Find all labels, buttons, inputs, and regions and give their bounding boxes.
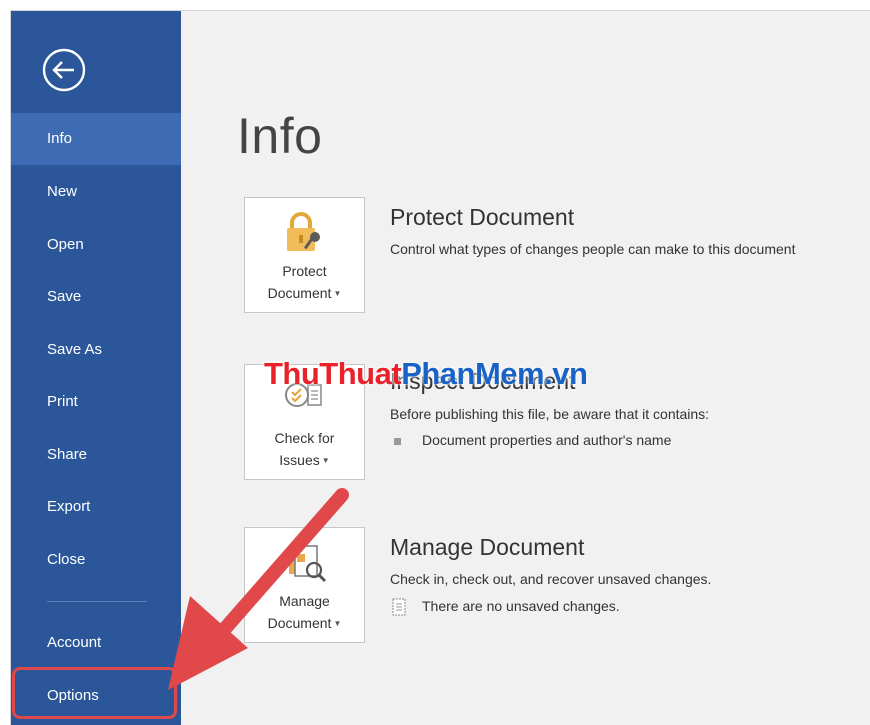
caret-down-icon: ▼	[333, 289, 342, 299]
sidebar-item-save-as[interactable]: Save As	[11, 324, 181, 376]
manage-document-icon	[289, 545, 327, 583]
options-highlight-ring	[12, 667, 177, 719]
manage-document-title: Manage Document	[390, 534, 585, 560]
sidebar-item-export[interactable]: Export	[11, 481, 181, 533]
sidebar-item-share[interactable]: Share	[11, 429, 181, 481]
sidebar-item-close[interactable]: Close	[11, 534, 181, 586]
sidebar-item-print[interactable]: Print	[11, 376, 181, 428]
page-title: Info	[237, 108, 323, 164]
caret-down-icon: ▼	[333, 619, 342, 629]
sidebar-item-info[interactable]: Info	[11, 113, 181, 165]
manage-document-description: Check in, check out, and recover unsaved…	[390, 571, 712, 587]
manage-document-button[interactable]: Manage Document ▼	[244, 527, 365, 643]
sidebar-item-new[interactable]: New	[11, 166, 181, 218]
sidebar-item-open[interactable]: Open	[11, 219, 181, 271]
sidebar-item-save[interactable]: Save	[11, 271, 181, 323]
bullet-square-icon	[394, 437, 401, 445]
sidebar-divider	[47, 601, 147, 602]
backstage-view: Info New Open Save Save As Print Share E…	[10, 10, 870, 725]
check-for-issues-label: Check for Issues ▼	[274, 430, 335, 468]
caret-down-icon: ▼	[321, 456, 330, 466]
manage-bullet-unsaved: There are no unsaved changes.	[390, 598, 620, 616]
inspect-document-description: Before publishing this file, be aware th…	[390, 406, 710, 422]
protect-document-description: Control what types of changes people can…	[390, 241, 796, 257]
protect-document-button[interactable]: Protect Document ▼	[244, 197, 365, 313]
inspect-bullet-properties: Document properties and author's name	[390, 432, 671, 448]
lock-key-icon	[287, 212, 320, 251]
site-watermark: ThuThuatPhanMem.vn	[264, 356, 588, 391]
backstage-sidebar: Info New Open Save Save As Print Share E…	[11, 11, 181, 725]
manage-document-label: Manage Document ▼	[267, 593, 342, 631]
document-icon	[392, 598, 406, 616]
protect-document-label: Protect Document ▼	[267, 263, 342, 301]
back-button[interactable]	[41, 47, 87, 93]
protect-document-title: Protect Document	[390, 204, 575, 230]
back-arrow-icon	[42, 48, 86, 92]
sidebar-item-account[interactable]: Account	[11, 617, 181, 669]
